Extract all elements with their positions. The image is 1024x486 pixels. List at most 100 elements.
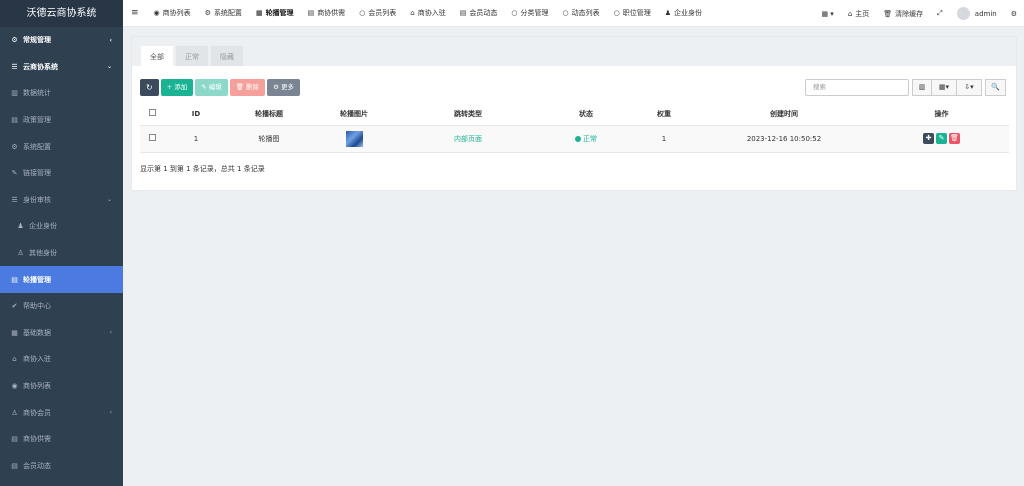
sidebar-item-icon: ▤ — [11, 461, 18, 470]
tab-normal[interactable]: 正常 — [176, 46, 208, 66]
top-tab-1[interactable]: ⚙ 系统配置 — [198, 0, 249, 27]
sidebar-item-label: 商协入驻 — [23, 355, 51, 364]
pagination-info: 显示第 1 到第 1 条记录，总共 1 条记录 — [140, 165, 265, 173]
top-tab-5[interactable]: ⌂ 商协入驻 — [403, 0, 452, 27]
sidebar-item-11[interactable]: ▦ 基础数据 ‹ — [0, 320, 123, 347]
top-tab-7[interactable]: ○ 分类管理 — [504, 0, 555, 27]
sidebar-item-7[interactable]: ♟ 企业身份 — [0, 213, 123, 240]
main-panel: 全部 正常 隐藏 ↻ + 添加 ✎ 编辑 🗑 删除 ⚙ 更多 搜索 ▥ ▦▾ ⇩… — [131, 36, 1017, 191]
top-tab-4[interactable]: ○ 会员列表 — [352, 0, 403, 27]
sidebar-item-icon: ☰ — [11, 195, 18, 204]
sidebar-item-label: 企业身份 — [29, 222, 57, 231]
sidebar-item-8[interactable]: ♙ 其他身份 — [0, 240, 123, 267]
chevron-icon: ⌄ — [106, 63, 112, 71]
advanced-search-icon[interactable]: 🔍 — [985, 79, 1006, 96]
sidebar-item-label: 帮助中心 — [23, 302, 51, 311]
sidebar-item-icon: ♟ — [17, 222, 24, 231]
sidebar-item-12[interactable]: ⌂ 商协入驻 — [0, 346, 123, 373]
table-row: 1 轮播图 内部页面 正常 1 2023-12-16 10:50:52 ✚ ✎ 🗑 — [140, 125, 1009, 153]
settings-icon[interactable]: ⚙ — [1004, 0, 1024, 27]
search-input[interactable]: 搜索 — [805, 79, 909, 96]
sidebar-item-9[interactable]: ▤ 轮播管理 — [0, 266, 123, 293]
top-navbar: ≡ ◉ 商协列表 ⚙ 系统配置 ▦ 轮播管理 ▤ 商协供需 ○ 会员列表 ⌂ 商协入驻 ▤ 会员动态 ○ 分类… — [123, 0, 1024, 27]
sidebar-item-icon: ▤ — [11, 275, 18, 284]
sidebar-item-16[interactable]: ▤ 会员动态 — [0, 453, 123, 480]
tab-hidden[interactable]: 隐藏 — [211, 46, 243, 66]
top-tab-8[interactable]: ○ 动态列表 — [555, 0, 606, 27]
sidebar-item-1[interactable]: ☰ 云商协系统 ⌄ — [0, 54, 123, 81]
top-tab-6[interactable]: ▤ 会员动态 — [453, 0, 505, 27]
sidebar-item-10[interactable]: ✔ 帮助中心 — [0, 293, 123, 320]
tab-all[interactable]: 全部 — [141, 46, 173, 66]
fullscreen-icon[interactable]: ⤢ — [930, 0, 950, 27]
edit-button[interactable]: ✎ 编辑 — [195, 79, 228, 96]
sidebar-item-icon: ✎ — [11, 169, 18, 178]
sidebar-item-2[interactable]: ▥ 数据统计 — [0, 80, 123, 107]
select-all-checkbox[interactable] — [148, 109, 156, 117]
grid-dropdown-icon[interactable]: ▦ ▾ — [814, 0, 840, 27]
sidebar-item-5[interactable]: ✎ 链接管理 — [0, 160, 123, 187]
top-tab-2[interactable]: ▦ 轮播管理 — [249, 0, 301, 27]
top-tab-label: 商协入驻 — [417, 9, 446, 17]
user-menu[interactable]: admin — [950, 0, 1004, 27]
clear-cache-button[interactable]: 🗑 清除缓存 — [876, 0, 930, 27]
col-status: 状态 — [538, 103, 634, 126]
sidebar-item-6[interactable]: ☰ 身份审核 ⌄ — [0, 187, 123, 214]
sidebar-item-4[interactable]: ⚙ 系统配置 — [0, 133, 123, 160]
sidebar-item-15[interactable]: ▤ 商协供需 — [0, 426, 123, 453]
row-checkbox[interactable] — [148, 134, 156, 141]
sidebar-item-label: 其他身份 — [29, 249, 57, 258]
top-tab-icon: ◉ — [153, 9, 160, 17]
col-id[interactable]: ID — [164, 103, 228, 126]
row-edit-button[interactable]: ✎ — [936, 133, 947, 144]
cell-weight: 1 — [634, 125, 694, 153]
carousel-table: ID 轮播标题 轮播图片 跳转类型 状态 权重 创建时间 操作 1 轮播图 内部… — [140, 103, 1009, 153]
col-weight[interactable]: 权重 — [634, 103, 694, 126]
sidebar-item-icon: ✔ — [11, 302, 18, 311]
top-tab-icon: ⚙ — [204, 9, 211, 17]
sidebar-item-icon: ♙ — [17, 249, 24, 258]
sidebar-item-icon: ▥ — [11, 89, 18, 98]
col-created: 创建时间 — [694, 103, 874, 126]
status-dot-icon — [575, 135, 581, 142]
sidebar-item-icon: ☰ — [11, 62, 18, 71]
sidebar-item-icon: ▦ — [11, 328, 18, 337]
menu-toggle-icon[interactable]: ≡ — [123, 0, 147, 27]
columns-dropdown-icon[interactable]: ▦▾ — [931, 79, 957, 96]
sidebar-item-label: 系统配置 — [23, 142, 51, 151]
sidebar-item-0[interactable]: ⚙ 常规管理 ‹ — [0, 27, 123, 54]
sidebar-item-label: 基础数据 — [23, 328, 51, 337]
top-tab-9[interactable]: ○ 职位管理 — [607, 0, 658, 27]
top-tab-3[interactable]: ▤ 商协供需 — [301, 0, 353, 27]
home-link[interactable]: ⌂ 主页 — [841, 0, 876, 27]
add-button[interactable]: + 添加 — [160, 79, 194, 96]
sidebar-item-label: 链接管理 — [23, 169, 51, 178]
user-name: admin — [974, 9, 997, 18]
sidebar-item-3[interactable]: ▤ 政策管理 — [0, 107, 123, 134]
sidebar-item-label: 会员动态 — [23, 461, 51, 470]
top-tab-label: 商协列表 — [162, 9, 191, 17]
sidebar-item-label: 商协会员 — [23, 408, 51, 417]
top-tab-icon: ○ — [359, 9, 366, 17]
row-delete-button[interactable]: 🗑 — [949, 133, 960, 144]
sidebar: 沃德云商协系统 ⚙ 常规管理 ‹ ☰ 云商协系统 ⌄ ▥ 数据统计 ▤ 政策管理 ⚙ 系统配置 ✎ 链接管… — [0, 0, 123, 486]
top-tab-0[interactable]: ◉ 商协列表 — [147, 0, 198, 27]
export-dropdown-icon[interactable]: ⇩▾ — [956, 79, 982, 96]
top-tab-icon: ○ — [562, 9, 569, 17]
sidebar-item-icon: ⌂ — [12, 355, 17, 364]
sidebar-item-label: 数据统计 — [23, 89, 51, 98]
top-tab-10[interactable]: ♟ 企业身份 — [658, 0, 709, 27]
drag-sort-button[interactable]: ✚ — [923, 133, 934, 144]
top-tab-label: 会员动态 — [469, 9, 498, 17]
cell-created: 2023-12-16 10:50:52 — [694, 125, 874, 153]
refresh-button[interactable]: ↻ — [140, 79, 159, 96]
delete-button[interactable]: 🗑 删除 — [229, 79, 266, 96]
sidebar-item-icon: ▤ — [11, 116, 18, 125]
sidebar-item-14[interactable]: ♙ 商协会员 ‹ — [0, 399, 123, 426]
chevron-icon: ‹ — [109, 409, 112, 417]
col-title: 轮播标题 — [228, 103, 310, 126]
sidebar-item-13[interactable]: ◉ 商协列表 — [0, 373, 123, 400]
carousel-thumbnail[interactable] — [345, 130, 363, 147]
toggle-view-icon[interactable]: ▥ — [912, 79, 932, 96]
more-button[interactable]: ⚙ 更多 — [267, 79, 300, 96]
